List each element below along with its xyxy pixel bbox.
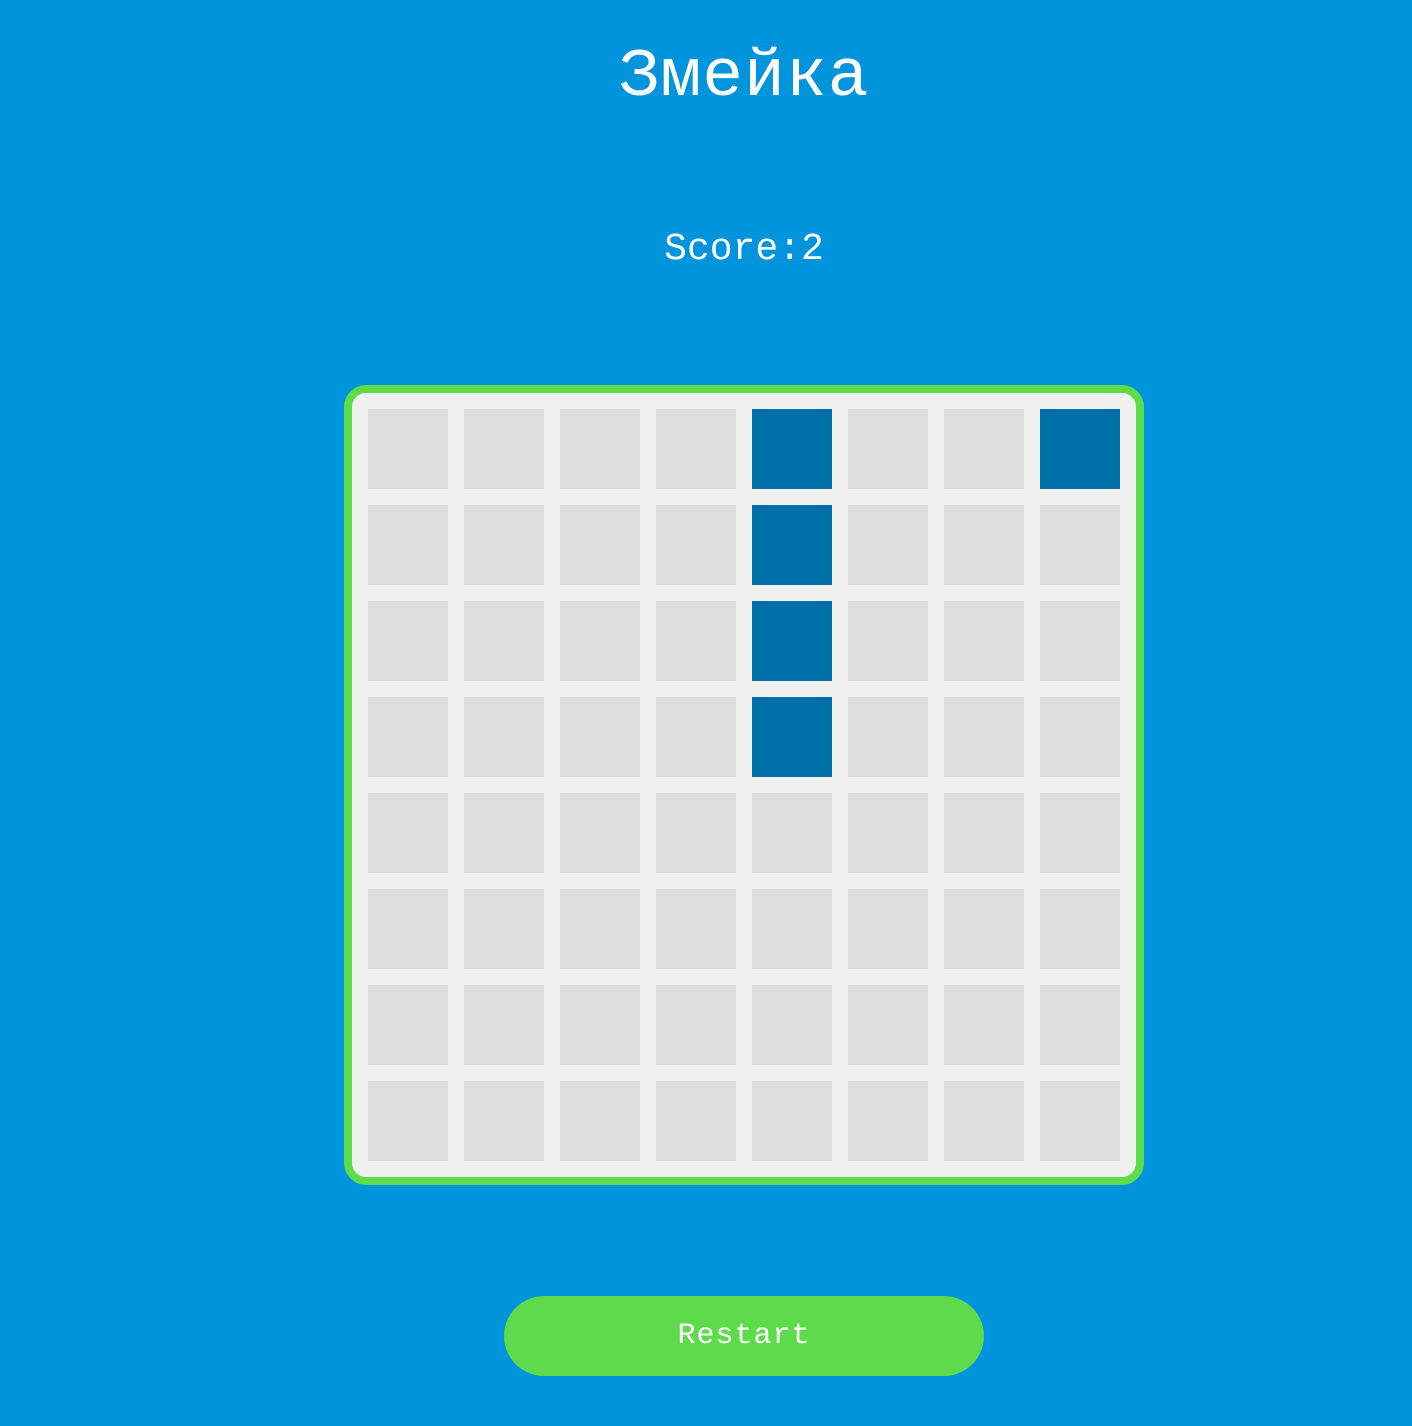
board-cell xyxy=(656,889,736,969)
board-cell xyxy=(1040,985,1120,1065)
snake-cell xyxy=(752,697,832,777)
board-cell xyxy=(752,985,832,1065)
snake-cell xyxy=(752,601,832,681)
board-cell xyxy=(464,409,544,489)
board-cell xyxy=(656,697,736,777)
board-cell xyxy=(560,1081,640,1161)
board-cell xyxy=(848,505,928,585)
board-cell xyxy=(368,1081,448,1161)
restart-button[interactable]: Restart xyxy=(504,1296,984,1376)
board-cell xyxy=(944,793,1024,873)
board-cell xyxy=(848,793,928,873)
board-cell xyxy=(656,1081,736,1161)
board-cell xyxy=(944,505,1024,585)
game-title: Змейка xyxy=(618,39,870,116)
board-cell xyxy=(368,601,448,681)
board-cell xyxy=(1040,1081,1120,1161)
board-cell xyxy=(560,697,640,777)
board-cell xyxy=(464,793,544,873)
board-cell xyxy=(1040,793,1120,873)
board-cell xyxy=(560,889,640,969)
board-cell xyxy=(368,793,448,873)
board-cell xyxy=(560,505,640,585)
board-cell xyxy=(1040,601,1120,681)
board-cell xyxy=(464,601,544,681)
snake-cell xyxy=(752,409,832,489)
board-cell xyxy=(944,889,1024,969)
board-cell xyxy=(464,697,544,777)
board-cell xyxy=(464,1081,544,1161)
board-cell xyxy=(1040,505,1120,585)
board-cell xyxy=(368,985,448,1065)
board-cell xyxy=(368,409,448,489)
board-cell xyxy=(368,889,448,969)
board-cell xyxy=(944,1081,1024,1161)
board-cell xyxy=(944,601,1024,681)
board-cell xyxy=(848,889,928,969)
game-board[interactable] xyxy=(344,385,1144,1185)
board-cell xyxy=(752,793,832,873)
board-cell xyxy=(368,505,448,585)
board-cell xyxy=(560,793,640,873)
board-cell xyxy=(848,985,928,1065)
board-cell xyxy=(752,1081,832,1161)
board-cell xyxy=(656,793,736,873)
board-cell xyxy=(368,697,448,777)
board-cell xyxy=(656,985,736,1065)
board-cell xyxy=(560,409,640,489)
score-display: Score:2 xyxy=(664,228,824,271)
board-cell xyxy=(656,601,736,681)
board-cell xyxy=(848,409,928,489)
board-cell xyxy=(464,505,544,585)
board-cell xyxy=(1040,889,1120,969)
board-cell xyxy=(464,889,544,969)
board-cell xyxy=(560,601,640,681)
board-cell xyxy=(464,985,544,1065)
board-cell xyxy=(752,889,832,969)
board-cell xyxy=(944,409,1024,489)
board-cell xyxy=(848,1081,928,1161)
board-cell xyxy=(1040,697,1120,777)
board-cell xyxy=(656,505,736,585)
board-cell xyxy=(944,697,1024,777)
board-cell xyxy=(560,985,640,1065)
board-cell xyxy=(848,697,928,777)
board-cell xyxy=(848,601,928,681)
board-cell xyxy=(944,985,1024,1065)
snake-cell xyxy=(1040,409,1120,489)
snake-cell xyxy=(752,505,832,585)
board-cell xyxy=(656,409,736,489)
